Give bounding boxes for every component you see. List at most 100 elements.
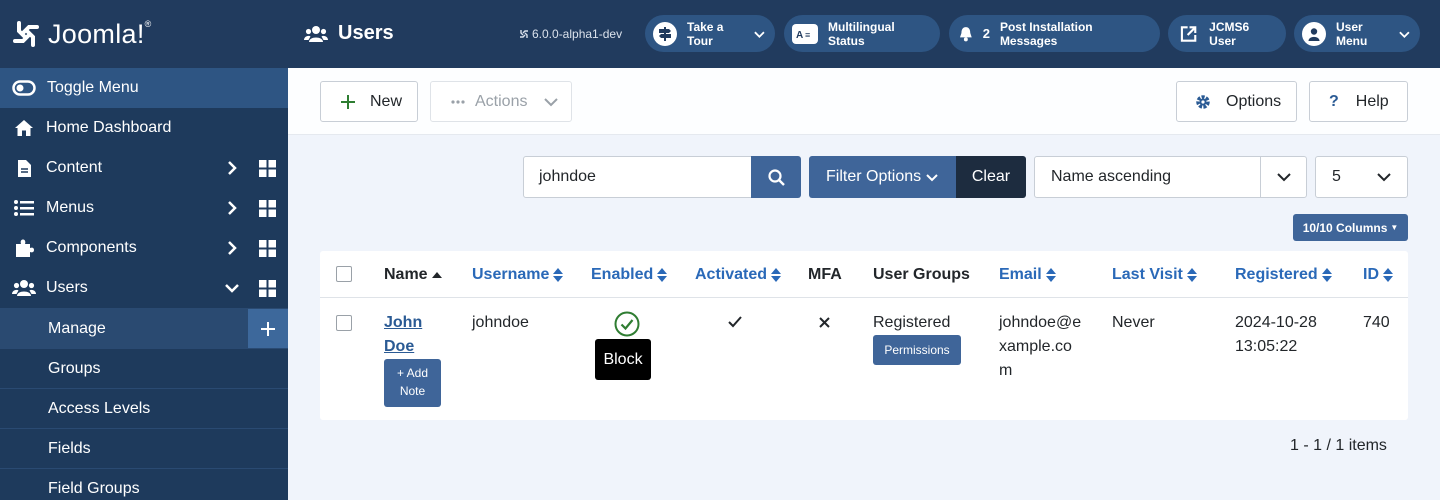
sort-icon <box>1321 268 1332 282</box>
sort-icon <box>771 268 782 282</box>
column-header-name[interactable]: Name <box>384 266 442 284</box>
list-limit-select[interactable]: 5 <box>1315 156 1408 198</box>
sidebar-item-label: Home Dashboard <box>46 119 172 136</box>
sidebar-item-home-dashboard[interactable]: Home Dashboard <box>0 108 288 148</box>
users-icon <box>12 279 36 297</box>
dashboard-grid-icon[interactable] <box>259 200 276 217</box>
close-icon <box>819 317 830 328</box>
multilingual-status-button[interactable]: A ≡ Multilingual Status <box>784 15 940 52</box>
user-menu-button[interactable]: User Menu <box>1294 15 1420 52</box>
sort-ascending-icon <box>431 272 442 278</box>
sidebar-item-menus[interactable]: Menus <box>0 188 288 228</box>
bell-icon <box>959 26 972 41</box>
chevron-down-icon <box>926 174 938 182</box>
id-cell: 740 <box>1363 314 1390 331</box>
sidebar-item-label: Users <box>46 279 88 296</box>
sidebar-subitem-label: Field Groups <box>48 479 140 497</box>
users-icon <box>304 25 328 42</box>
enabled-toggle[interactable] <box>614 311 640 342</box>
sidebar-item-label: Components <box>46 239 137 256</box>
gear-icon <box>1196 94 1210 109</box>
language-icon: A ≡ <box>792 23 818 44</box>
options-button[interactable]: Options <box>1176 81 1297 122</box>
sidebar-subitem-label: Manage <box>48 319 106 337</box>
question-icon: ? <box>1329 92 1339 110</box>
actions-button[interactable]: Actions <box>430 81 572 122</box>
chevron-right-icon <box>228 161 237 175</box>
version-label: 6.0.0-alpha1-dev <box>519 27 622 41</box>
clear-button[interactable]: Clear <box>956 156 1026 198</box>
home-icon <box>12 119 36 137</box>
user-group-cell: Registered <box>873 314 951 331</box>
chevron-down-icon <box>225 284 239 293</box>
toggle-menu-label: Toggle Menu <box>47 79 139 96</box>
dashboard-grid-icon[interactable] <box>259 160 276 177</box>
search-icon <box>767 168 785 186</box>
caret-down-icon: ▼ <box>1390 223 1399 232</box>
column-header-user-groups: User Groups <box>873 266 970 283</box>
list-icon <box>12 200 36 216</box>
post-installation-messages-button[interactable]: 2 Post Installation Messages <box>949 15 1160 52</box>
registered-cell: 2024-10-28 13:05:22 <box>1235 314 1317 355</box>
chevron-right-icon <box>228 201 237 215</box>
sidebar-item-content[interactable]: Content <box>0 148 288 188</box>
toggle-switch-icon <box>12 80 36 96</box>
column-header-email[interactable]: Email <box>999 266 1056 284</box>
column-header-id[interactable]: ID <box>1363 266 1393 284</box>
check-circle-icon <box>614 311 640 337</box>
take-a-tour-button[interactable]: Take a Tour <box>645 15 775 52</box>
chevron-right-icon <box>228 241 237 255</box>
row-checkbox[interactable] <box>336 315 352 331</box>
add-note-button[interactable]: + Add Note <box>384 359 441 407</box>
column-header-username[interactable]: Username <box>472 266 564 284</box>
chevron-down-icon <box>544 97 559 106</box>
svg-text:≡: ≡ <box>805 30 810 40</box>
permissions-button[interactable]: Permissions <box>873 335 961 365</box>
ordering-select[interactable]: Name ascending <box>1034 156 1307 198</box>
last-visit-cell: Never <box>1112 314 1155 331</box>
search-button[interactable] <box>751 156 801 198</box>
email-cell: johndoe@e xample.co m <box>999 314 1082 379</box>
sidebar-item-components[interactable]: Components <box>0 228 288 268</box>
svg-text:A: A <box>796 30 803 40</box>
sidebar-subitem-fields[interactable]: Fields <box>0 428 288 468</box>
block-tooltip: Block <box>595 339 651 380</box>
sidebar-subitem-groups[interactable]: Groups <box>0 348 288 388</box>
sidebar-subitem-field-groups[interactable]: Field Groups <box>0 468 288 500</box>
joomla-logo-icon <box>13 21 39 47</box>
user-name-link[interactable]: John Doe <box>384 311 422 359</box>
toggle-menu-button[interactable]: Toggle Menu <box>0 68 288 108</box>
select-all-checkbox[interactable] <box>336 266 352 282</box>
sidebar: Joomla!® Toggle Menu Home Dashboard Cont… <box>0 0 288 500</box>
sort-icon <box>1186 268 1197 282</box>
add-user-button[interactable] <box>248 309 288 349</box>
ellipsis-icon <box>451 99 465 104</box>
table-header: Name Username Enabled Activated MFA User… <box>320 251 1408 298</box>
dashboard-grid-icon[interactable] <box>259 240 276 257</box>
sort-icon <box>1383 268 1393 282</box>
dashboard-grid-icon[interactable] <box>259 280 276 297</box>
column-header-registered[interactable]: Registered <box>1235 266 1332 284</box>
column-header-last-visit[interactable]: Last Visit <box>1112 266 1197 284</box>
column-header-activated[interactable]: Activated <box>695 266 782 284</box>
sidebar-subitem-access-levels[interactable]: Access Levels <box>0 388 288 428</box>
signpost-icon <box>653 21 677 46</box>
help-button[interactable]: ? Help <box>1309 81 1408 122</box>
chevron-down-icon <box>754 31 765 38</box>
logo-text: Joomla!® <box>48 18 152 49</box>
sort-icon <box>657 268 668 282</box>
sidebar-subitem-label: Access Levels <box>48 399 151 417</box>
sort-icon <box>553 268 564 282</box>
header-bar: Users 6.0.0-alpha1-dev Take a Tour A ≡ Mu… <box>288 0 1440 68</box>
column-header-enabled[interactable]: Enabled <box>591 266 668 284</box>
brand-logo[interactable]: Joomla!® <box>0 0 288 68</box>
view-site-button[interactable]: JCMS6 User <box>1168 15 1286 52</box>
sidebar-item-users[interactable]: Users <box>0 268 288 308</box>
sidebar-subitem-label: Groups <box>48 359 101 377</box>
new-button[interactable]: New <box>320 81 418 122</box>
columns-toggle-button[interactable]: 10/10 Columns ▼ <box>1293 214 1408 241</box>
sidebar-subitem-manage[interactable]: Manage <box>0 308 288 349</box>
filter-options-button[interactable]: Filter Options <box>809 156 956 198</box>
post-installation-count: 2 <box>982 26 990 41</box>
search-input[interactable]: johndoe <box>523 156 752 198</box>
